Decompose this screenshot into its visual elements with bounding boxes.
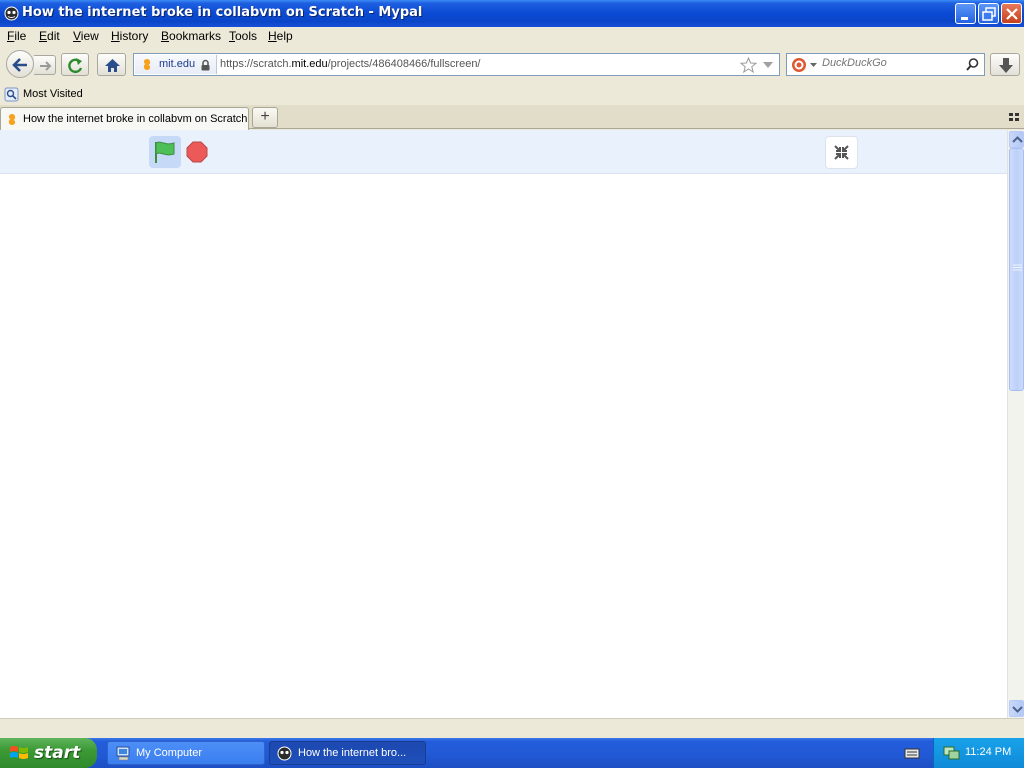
scroll-thumb[interactable]	[1009, 148, 1024, 391]
magnifier-icon[interactable]	[965, 57, 980, 72]
arrow-right-icon	[40, 61, 52, 71]
download-arrow-icon	[999, 58, 1013, 73]
keyboard-icon[interactable]	[904, 746, 920, 760]
task-label: How the internet bro...	[298, 747, 407, 759]
menu-view[interactable]: View	[73, 29, 99, 43]
reload-icon	[68, 58, 83, 74]
scratch-stage[interactable]	[0, 175, 1007, 718]
most-visited-icon	[4, 87, 19, 102]
menu-bookmarks[interactable]: Bookmarks	[161, 29, 221, 43]
star-icon[interactable]	[740, 57, 757, 73]
scratch-controls-bar	[0, 130, 1007, 174]
url-text[interactable]: https://scratch.mit.edu/projects/4864084…	[220, 58, 481, 70]
site-identity-label: mit.edu	[159, 58, 196, 70]
lock-icon	[201, 59, 210, 71]
new-tab-button[interactable]: +	[252, 107, 278, 128]
system-tray: 11:24 PM	[933, 738, 1024, 768]
bookmarks-toolbar: Most Visited	[0, 84, 1024, 105]
taskbar: start My Computer How the internet bro..…	[0, 738, 1024, 768]
green-flag-button[interactable]	[149, 136, 181, 168]
menu-tools[interactable]: Tools	[229, 29, 257, 43]
close-button[interactable]	[1001, 3, 1022, 24]
menu-history[interactable]: History	[111, 29, 148, 43]
vertical-scrollbar[interactable]	[1007, 130, 1024, 718]
site-identity-button[interactable]: mit.edu	[135, 55, 217, 74]
all-tabs-icon[interactable]	[1008, 111, 1020, 123]
menubar: File Edit View History Bookmarks Tools H…	[0, 27, 1024, 46]
search-bar[interactable]	[786, 53, 985, 76]
clock[interactable]: 11:24 PM	[965, 746, 1011, 758]
downloads-button[interactable]	[990, 53, 1020, 76]
grip-icon	[1013, 264, 1022, 271]
tab-scratch-project[interactable]: How the internet broke in collabvm on Sc…	[0, 107, 249, 130]
start-button[interactable]: start	[0, 738, 97, 768]
unfullscreen-button[interactable]	[825, 136, 858, 169]
forward-button[interactable]	[34, 55, 56, 75]
task-my-computer[interactable]: My Computer	[107, 741, 265, 765]
mypal-icon	[4, 6, 19, 21]
page-content	[0, 130, 1007, 718]
task-mypal-browser[interactable]: How the internet bro...	[269, 741, 426, 765]
chevron-down-icon	[1012, 706, 1023, 713]
menu-help[interactable]: Help	[268, 29, 293, 43]
navigation-toolbar: mit.edu https://scratch.mit.edu/projects…	[0, 46, 1024, 84]
back-button[interactable]	[6, 50, 34, 78]
network-icon[interactable]	[943, 745, 960, 761]
start-label: start	[34, 743, 81, 763]
scroll-up-button[interactable]	[1009, 131, 1024, 148]
minimize-button[interactable]	[955, 3, 976, 24]
chevron-down-icon[interactable]	[810, 63, 817, 68]
green-flag-icon	[155, 141, 175, 163]
windows-logo-icon	[10, 746, 28, 759]
mypal-icon	[277, 746, 292, 761]
search-input[interactable]	[822, 57, 962, 69]
window-titlebar[interactable]: How the internet broke in collabvm on Sc…	[0, 0, 1024, 27]
scroll-down-button[interactable]	[1009, 700, 1024, 717]
chevron-up-icon	[1012, 136, 1023, 143]
unfullscreen-icon	[834, 145, 849, 160]
menu-edit[interactable]: Edit	[39, 29, 60, 43]
tab-label: How the internet broke in collabvm on Sc…	[23, 113, 248, 125]
minimize-icon	[961, 17, 968, 20]
stop-button[interactable]	[185, 140, 209, 164]
close-icon	[1006, 8, 1018, 20]
scratch-favicon-icon	[8, 114, 16, 125]
scratch-favicon-icon	[143, 59, 151, 70]
stop-octagon-icon	[186, 141, 208, 163]
arrow-left-icon	[12, 58, 27, 72]
chevron-down-icon[interactable]	[763, 62, 773, 69]
home-icon	[105, 59, 120, 72]
maximize-button[interactable]	[978, 3, 999, 24]
home-button[interactable]	[97, 53, 126, 76]
reload-button[interactable]	[61, 53, 89, 76]
menu-file[interactable]: File	[7, 29, 26, 43]
url-bar[interactable]: mit.edu https://scratch.mit.edu/projects…	[133, 53, 780, 76]
computer-icon	[116, 746, 130, 761]
duckduckgo-icon[interactable]	[791, 57, 808, 73]
window-title: How the internet broke in collabvm on Sc…	[22, 5, 423, 20]
task-label: My Computer	[136, 747, 203, 759]
status-bar	[0, 718, 1024, 738]
tab-strip: How the internet broke in collabvm on Sc…	[0, 105, 1024, 130]
most-visited-bookmark[interactable]: Most Visited	[23, 88, 83, 100]
restore-icon	[982, 7, 996, 21]
